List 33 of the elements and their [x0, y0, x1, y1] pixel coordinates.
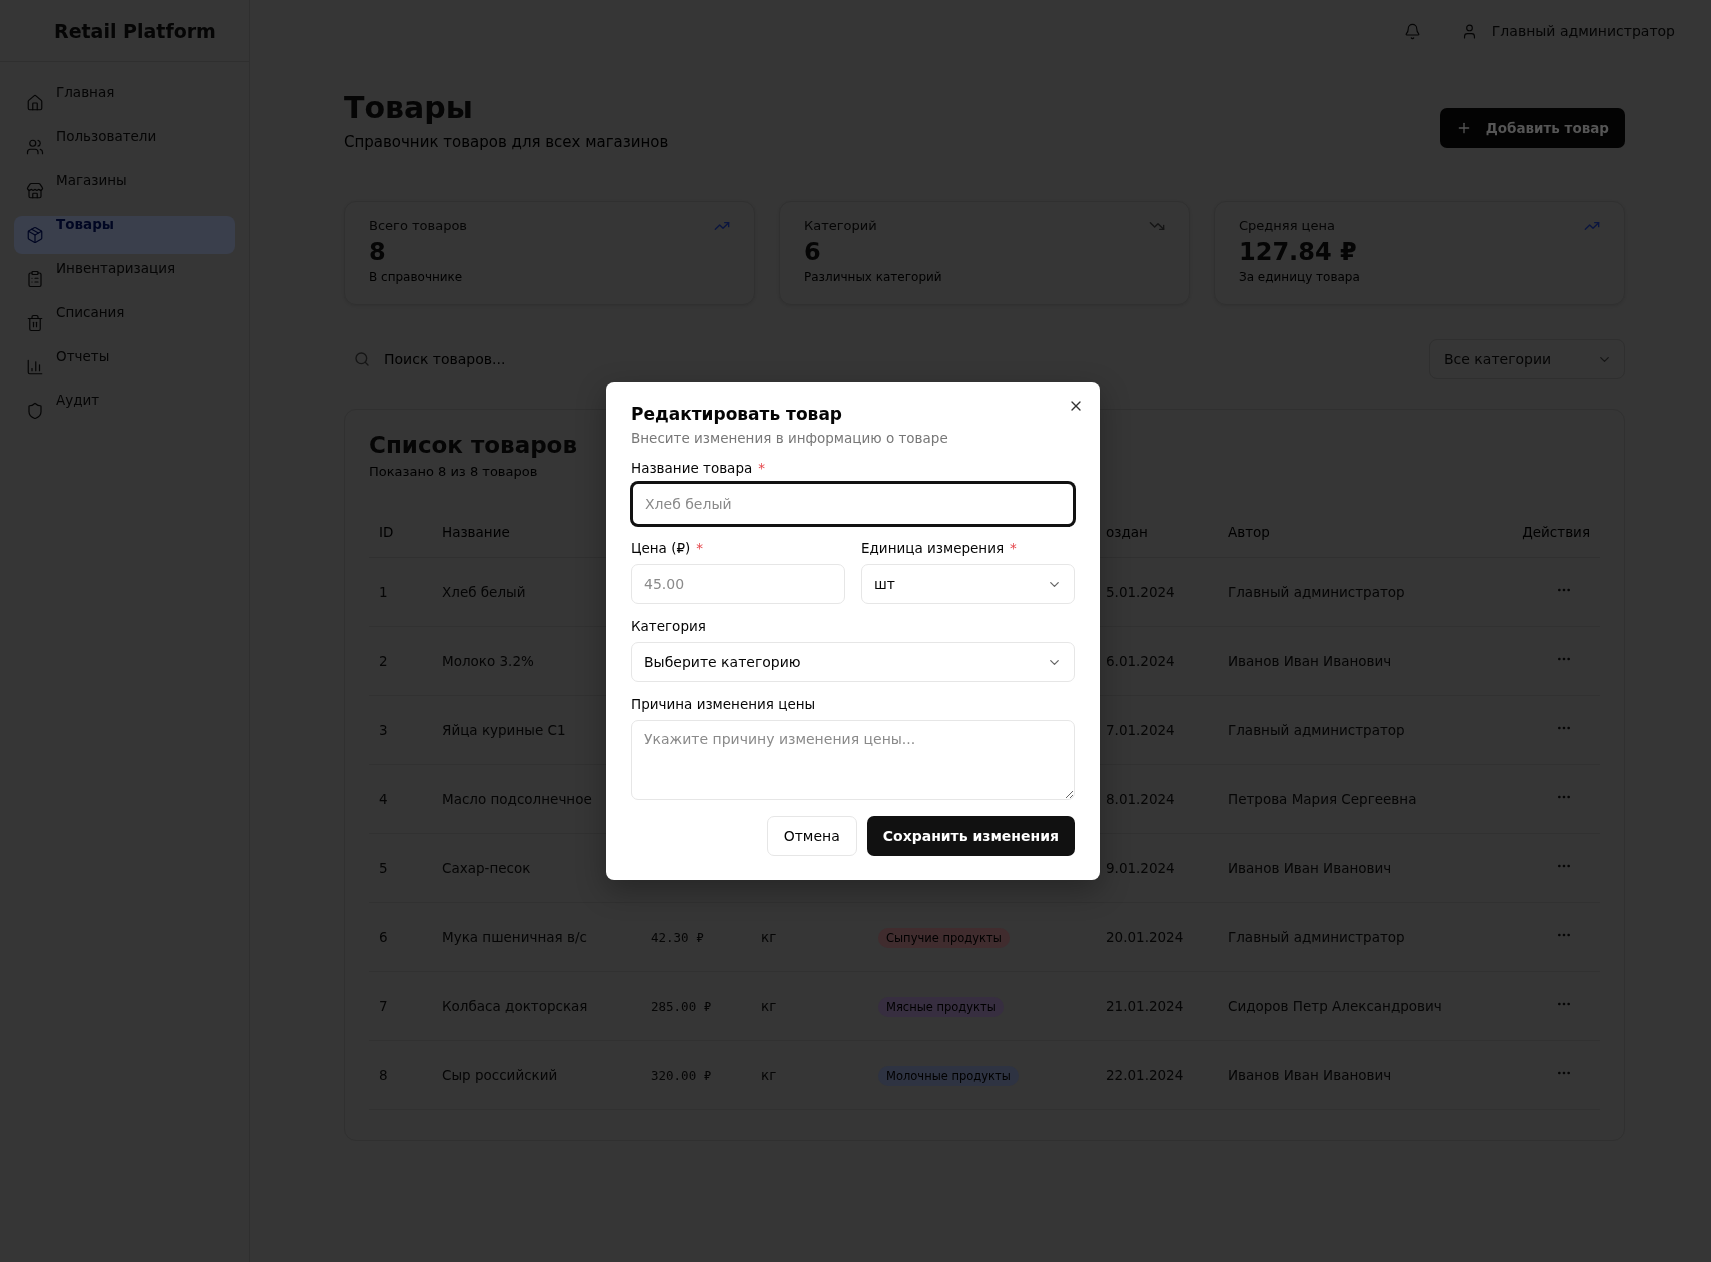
clipboard-icon — [26, 270, 44, 288]
field-label: Единица измерения — [861, 540, 1005, 556]
dialog-description: Внесите изменения в информацию о товаре — [631, 430, 948, 446]
search-icon — [354, 351, 370, 367]
dialog-title: Редактировать товар — [631, 404, 843, 424]
cancel-button[interactable]: Отмена — [766, 816, 857, 856]
box-icon — [26, 226, 44, 244]
name-input[interactable]: Хлеб белый — [631, 482, 1075, 526]
required-mark: * — [696, 540, 704, 556]
house-icon — [26, 94, 44, 112]
category-tag: Сыпучие продукты — [878, 927, 1010, 948]
price-input[interactable]: 45.00 — [631, 564, 845, 604]
category-tag: Молочные продукты — [878, 1065, 1019, 1086]
category-tag: Мясные продукты — [878, 996, 1004, 1017]
field-label: Название товара — [631, 460, 753, 476]
sidebar-item[interactable]: Товары — [14, 216, 235, 254]
add-product-button[interactable]: Добавить товар — [1439, 108, 1625, 148]
category-select[interactable]: Выберите категорию — [631, 642, 1075, 682]
bar-chart-icon — [26, 358, 44, 376]
save-button[interactable]: Сохранить изменения — [866, 816, 1075, 856]
trash-icon — [26, 314, 44, 332]
field-label: Причина изменения цены — [631, 696, 816, 712]
required-mark: * — [1010, 540, 1017, 556]
required-mark: * — [758, 460, 765, 476]
shield-icon — [26, 402, 44, 420]
sidebar-label: Товары — [56, 216, 114, 232]
field-label: Категория — [631, 618, 706, 634]
reason-textarea[interactable]: Укажите причину изменения цены... — [631, 720, 1075, 800]
field-label: Цена (₽) — [631, 540, 691, 556]
store-icon — [26, 182, 44, 200]
unit-select[interactable]: шт — [861, 564, 1075, 604]
users-icon — [26, 138, 44, 156]
bell-icon[interactable] — [1403, 22, 1421, 40]
